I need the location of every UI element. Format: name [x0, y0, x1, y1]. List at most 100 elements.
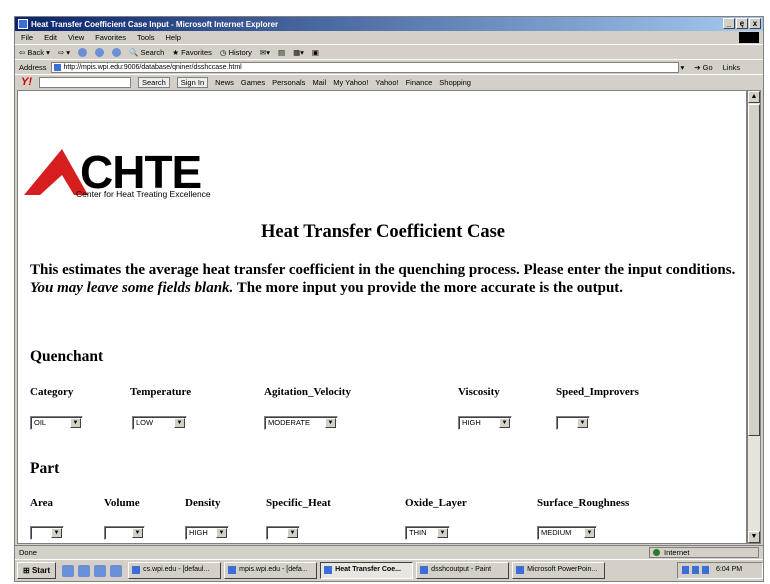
yahoo-search-button[interactable]: Search: [138, 76, 170, 88]
density-label: Density: [185, 497, 221, 509]
intro-text: This estimates the average heat transfer…: [30, 261, 742, 297]
start-label: Start: [31, 566, 51, 575]
category-value: OIL: [34, 418, 47, 427]
density-select[interactable]: HIGH ▼: [185, 526, 229, 540]
mail-icon[interactable]: ✉▾: [260, 48, 270, 57]
yahoo-personals[interactable]: Personals: [272, 78, 305, 87]
quick-launch-icon[interactable]: [78, 564, 91, 577]
minimize-button[interactable]: _: [723, 18, 735, 29]
taskbar-item[interactable]: Microsoft PowerPoin...: [512, 562, 606, 579]
chevron-down-icon: ▼: [174, 418, 185, 428]
refresh-icon[interactable]: [95, 47, 105, 57]
scroll-thumb[interactable]: [748, 104, 760, 436]
yahoo-signin-button[interactable]: Sign In: [176, 76, 209, 88]
specific-heat-select[interactable]: ▼: [266, 526, 300, 540]
yahoo-my-yahoo[interactable]: My Yahoo!: [333, 78, 368, 87]
taskbar-item[interactable]: mpis.wpi.edu - [defa...: [224, 562, 318, 579]
intro-part-1: This estimates the average heat transfer…: [30, 262, 736, 278]
yahoo-logo[interactable]: Y!: [21, 76, 32, 88]
back-button[interactable]: ⇦ Back ▾: [19, 48, 50, 57]
chte-logo: CHTE Center for Heat Treating Excellence: [22, 146, 252, 199]
vertical-scrollbar[interactable]: ▲ ▼: [747, 90, 761, 544]
page-title: Heat Transfer Coefficient Case: [260, 222, 506, 242]
scroll-down-icon[interactable]: ▼: [748, 531, 760, 543]
area-select[interactable]: ▼: [30, 526, 64, 540]
oxide-layer-value: THIN: [409, 528, 427, 537]
quick-launch-icon[interactable]: [94, 564, 107, 577]
page-content: CHTE Center for Heat Treating Excellence…: [17, 90, 747, 544]
taskbar-item-active[interactable]: Heat Transfer Coe...: [320, 562, 414, 579]
standard-toolbar: ⇦ Back ▾ ⇨ ▾ 🔍 Search ★ Favorites ◷ Hist…: [15, 44, 763, 59]
close-button[interactable]: x: [749, 18, 761, 29]
volume-select[interactable]: ▼: [104, 526, 145, 540]
taskbar-item[interactable]: cs.wpi.edu - [defaul...: [128, 562, 222, 579]
address-label: Address: [19, 62, 47, 72]
yahoo-news[interactable]: News: [215, 78, 234, 87]
chevron-down-icon: ▼: [216, 528, 227, 538]
viscosity-label: Viscosity: [458, 386, 500, 398]
intro-italic: You may leave some fields blank.: [30, 280, 234, 296]
history-label: History: [228, 47, 252, 57]
address-input[interactable]: http://mpis.wpi.edu:9006/database/qniner…: [50, 61, 679, 73]
chevron-down-icon: ▼: [70, 418, 81, 428]
taskbar-item[interactable]: dsshcoutput - Paint: [416, 562, 510, 579]
favorites-label: Favorites: [181, 47, 212, 57]
category-label: Category: [30, 386, 74, 398]
print-icon[interactable]: ▤: [278, 48, 285, 57]
favorites-button[interactable]: ★ Favorites: [172, 48, 212, 57]
yahoo-toolbar: Y! Search Sign In News Games Personals M…: [15, 74, 763, 89]
windows-logo-icon: [739, 32, 759, 43]
stop-icon[interactable]: [78, 47, 88, 57]
chevron-down-icon: ▼: [584, 528, 595, 538]
yahoo-finance[interactable]: Finance: [406, 78, 433, 87]
speed-improvers-select[interactable]: ▼: [556, 416, 590, 430]
quick-launch-icon[interactable]: [110, 564, 123, 577]
taskbar: ⊞ Start cs.wpi.edu - [defaul... mpis.wpi…: [15, 559, 763, 581]
viscosity-select[interactable]: HIGH ▼: [458, 416, 512, 430]
home-icon[interactable]: [112, 47, 122, 57]
menu-favorites[interactable]: Favorites: [95, 33, 126, 42]
yahoo-search-input[interactable]: [39, 76, 131, 88]
temperature-select[interactable]: LOW ▼: [132, 416, 187, 430]
history-button[interactable]: ◷ History: [220, 48, 252, 57]
clock: 6:04 PM: [716, 566, 743, 573]
yahoo-mail[interactable]: Mail: [312, 78, 326, 87]
density-value: HIGH: [189, 528, 208, 537]
browser-window: Heat Transfer Coefficient Case Input - M…: [14, 16, 764, 582]
discuss-icon[interactable]: ▣: [312, 48, 319, 57]
speed-improvers-label: Speed_Improvers: [556, 386, 639, 398]
yahoo-yahoo[interactable]: Yahoo!: [375, 78, 398, 87]
links-button[interactable]: Links: [723, 63, 741, 72]
go-button[interactable]: ➔ Go: [694, 63, 712, 72]
yahoo-shopping[interactable]: Shopping: [439, 78, 471, 87]
surface-roughness-select[interactable]: MEDIUM ▼: [537, 526, 597, 540]
security-zone: Internet: [649, 547, 759, 558]
menu-file[interactable]: File: [21, 33, 33, 42]
maximize-button[interactable]: ę: [736, 18, 748, 29]
system-tray: 6:04 PM: [677, 562, 763, 579]
scroll-up-icon[interactable]: ▲: [748, 91, 760, 103]
chevron-down-icon: ▼: [51, 528, 62, 538]
intro-part-2: The more input you provide the more accu…: [233, 280, 624, 296]
back-label: Back: [27, 47, 45, 57]
menu-edit[interactable]: Edit: [44, 33, 57, 42]
menu-view[interactable]: View: [68, 33, 84, 42]
quick-launch-icon[interactable]: [62, 564, 75, 577]
oxide-layer-select[interactable]: THIN ▼: [405, 526, 450, 540]
start-button[interactable]: ⊞ Start: [17, 562, 57, 579]
quick-launch: [62, 564, 123, 577]
logo-subtitle: Center for Heat Treating Excellence: [76, 189, 211, 199]
chevron-down-icon: ▼: [499, 418, 510, 428]
agitation-velocity-select[interactable]: MODERATE ▼: [264, 416, 338, 430]
edit-icon[interactable]: ▦▾: [293, 48, 304, 57]
address-dropdown-icon[interactable]: ▾: [681, 63, 685, 72]
search-button[interactable]: 🔍 Search: [129, 48, 164, 57]
menu-tools[interactable]: Tools: [137, 33, 155, 42]
category-select[interactable]: OIL ▼: [30, 416, 83, 430]
chevron-down-icon: ▼: [132, 528, 143, 538]
yahoo-games[interactable]: Games: [241, 78, 265, 87]
go-label: Go: [702, 62, 713, 72]
menu-help[interactable]: Help: [166, 33, 181, 42]
forward-button[interactable]: ⇨ ▾: [58, 48, 70, 57]
chevron-down-icon: ▼: [437, 528, 448, 538]
